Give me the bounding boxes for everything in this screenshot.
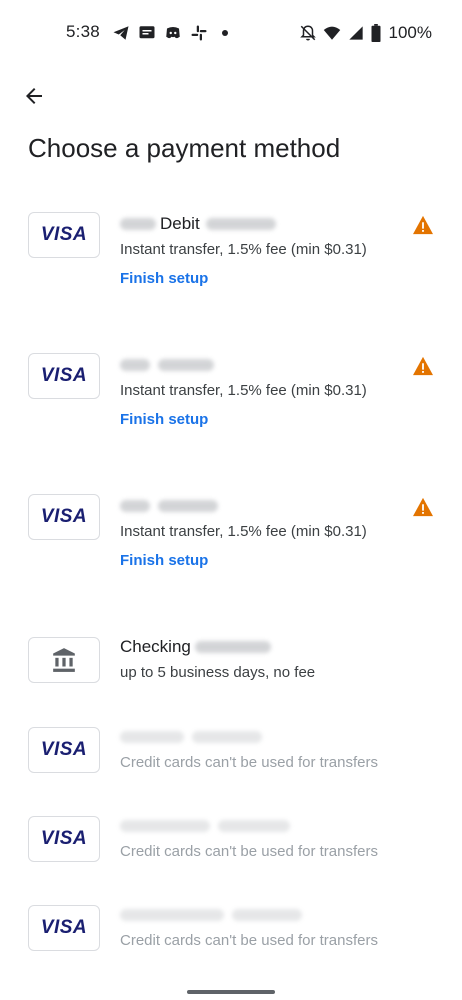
method-title-text: Debit	[160, 214, 200, 233]
status-time: 5:38	[66, 22, 100, 41]
payment-method-item[interactable]: VISA Instant transfer, 1.5% fee (min $0.…	[0, 482, 462, 612]
redacted-text	[232, 909, 302, 921]
redacted-text	[158, 500, 218, 512]
method-title	[120, 814, 420, 838]
redacted-text	[120, 820, 210, 832]
visa-card-icon: VISA	[28, 905, 100, 951]
method-title	[120, 725, 420, 749]
notification-icons	[112, 22, 228, 44]
status-bar: 5:38 100%	[0, 0, 462, 66]
method-title: Debit	[120, 212, 420, 236]
payment-method-item-disabled: VISA Credit cards can't be used for tran…	[0, 893, 462, 963]
warning-icon	[413, 497, 433, 517]
gesture-nav-handle[interactable]	[187, 990, 275, 994]
method-title: Checking	[120, 635, 420, 659]
redacted-text	[120, 909, 224, 921]
visa-logo: VISA	[40, 506, 88, 527]
payment-method-item[interactable]: VISA Debit Instant transfer, 1.5% fee (m…	[0, 200, 462, 330]
visa-card-icon: VISA	[28, 816, 100, 862]
discord-icon	[164, 24, 182, 42]
bank-account-icon-frame	[28, 637, 100, 683]
method-subtitle: Instant transfer, 1.5% fee (min $0.31)	[120, 241, 367, 258]
redacted-text	[194, 641, 271, 653]
redacted-text	[120, 218, 156, 230]
cell-signal-icon	[347, 24, 365, 42]
system-icons: 100%	[299, 22, 432, 44]
visa-logo: VISA	[40, 224, 88, 245]
method-subtitle: Credit cards can't be used for transfers	[120, 754, 378, 771]
method-title	[120, 903, 420, 927]
method-title	[120, 494, 420, 518]
payment-method-item-disabled: VISA Credit cards can't be used for tran…	[0, 715, 462, 785]
method-subtitle: Instant transfer, 1.5% fee (min $0.31)	[120, 523, 367, 540]
redacted-text	[120, 359, 150, 371]
payment-method-item[interactable]: Checking up to 5 business days, no fee	[0, 625, 462, 695]
redacted-text	[218, 820, 290, 832]
visa-card-icon: VISA	[28, 494, 100, 540]
finish-setup-link[interactable]: Finish setup	[120, 411, 208, 428]
payment-method-item-disabled: VISA Credit cards can't be used for tran…	[0, 804, 462, 874]
method-title-text: Checking	[120, 637, 191, 656]
method-title	[120, 353, 420, 377]
wifi-icon	[323, 24, 341, 42]
visa-logo: VISA	[40, 828, 88, 849]
method-subtitle: Instant transfer, 1.5% fee (min $0.31)	[120, 382, 367, 399]
visa-logo: VISA	[40, 739, 88, 760]
battery-percent: 100%	[388, 23, 432, 42]
bank-icon	[53, 648, 75, 672]
finish-setup-link[interactable]: Finish setup	[120, 270, 208, 287]
bell-off-icon	[299, 24, 317, 42]
arrow-left-icon	[26, 88, 42, 104]
battery-icon	[371, 24, 381, 42]
telegram-icon	[112, 24, 130, 42]
finish-setup-link[interactable]: Finish setup	[120, 552, 208, 569]
payment-method-item[interactable]: VISA Instant transfer, 1.5% fee (min $0.…	[0, 341, 462, 471]
visa-logo: VISA	[40, 365, 88, 386]
redacted-text	[205, 218, 276, 230]
slack-icon	[190, 24, 208, 42]
redacted-text	[120, 731, 184, 743]
visa-card-icon: VISA	[28, 727, 100, 773]
warning-icon	[413, 215, 433, 235]
method-subtitle: up to 5 business days, no fee	[120, 664, 316, 681]
redacted-text	[120, 500, 150, 512]
visa-logo: VISA	[40, 917, 88, 938]
warning-icon	[413, 356, 433, 376]
method-subtitle: Credit cards can't be used for transfers	[120, 843, 378, 860]
method-subtitle: Credit cards can't be used for transfers	[120, 932, 378, 949]
visa-card-icon: VISA	[28, 212, 100, 258]
more-notifications-dot	[222, 30, 228, 36]
page-title: Choose a payment method	[28, 133, 341, 163]
redacted-text	[158, 359, 214, 371]
visa-card-icon: VISA	[28, 353, 100, 399]
messages-icon	[138, 24, 156, 42]
redacted-text	[192, 731, 262, 743]
back-button[interactable]	[20, 82, 48, 110]
